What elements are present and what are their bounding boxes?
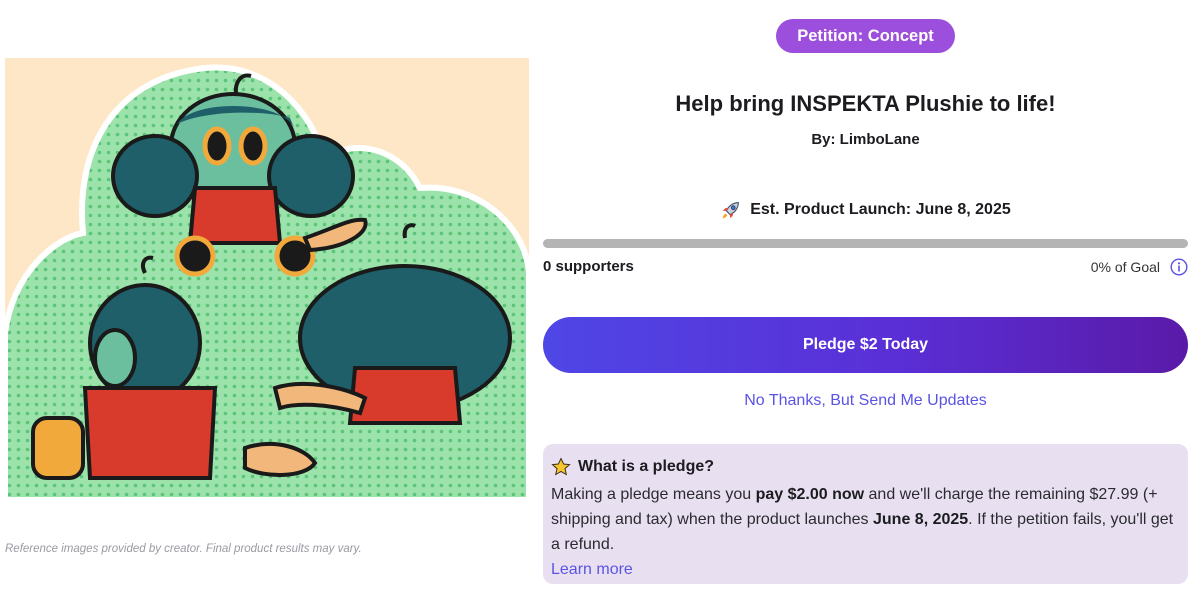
learn-more-link[interactable]: Learn more (551, 557, 633, 583)
pledge-button[interactable]: Pledge $2 Today (543, 317, 1188, 373)
star-icon (551, 457, 571, 476)
pledge-info-title: What is a pledge? (578, 458, 715, 475)
pledge-info-heading: What is a pledge? (551, 456, 1174, 478)
status-badge: Petition: Concept (776, 19, 955, 53)
page-title: Help bring INSPEKTA Plushie to life! (675, 91, 1056, 116)
info-icon[interactable] (1170, 258, 1188, 276)
rocket-icon (722, 202, 740, 219)
product-image (5, 58, 529, 500)
creator-byline: By: LimboLane (811, 131, 920, 148)
campaign-panel: Petition: Concept Help bring INSPEKTA Pl… (543, 0, 1188, 614)
pledge-info-text: Making a pledge means you pay $2.00 now … (551, 482, 1174, 557)
launch-estimate: Est. Product Launch: June 8, 2025 (543, 199, 1188, 221)
goal-percent: 0% of Goal (1090, 259, 1160, 275)
pledge-info-date: June 8, 2025 (873, 511, 969, 528)
pledge-info-box: What is a pledge? Making a pledge means … (543, 444, 1188, 584)
send-updates-link[interactable]: No Thanks, But Send Me Updates (543, 392, 1188, 410)
launch-label: Est. Product Launch: June 8, 2025 (750, 201, 1011, 218)
supporters-count: 0 supporters (543, 258, 634, 275)
pledge-info-text-1: Making a pledge means you (551, 486, 756, 503)
plushie-reference-artwork (5, 58, 529, 500)
gallery-disclaimer: Reference images provided by creator. Fi… (5, 543, 362, 555)
goal-status: 0% of Goal (1091, 258, 1188, 276)
progress-bar (543, 239, 1188, 248)
pledge-info-amount: pay $2.00 now (755, 486, 865, 503)
